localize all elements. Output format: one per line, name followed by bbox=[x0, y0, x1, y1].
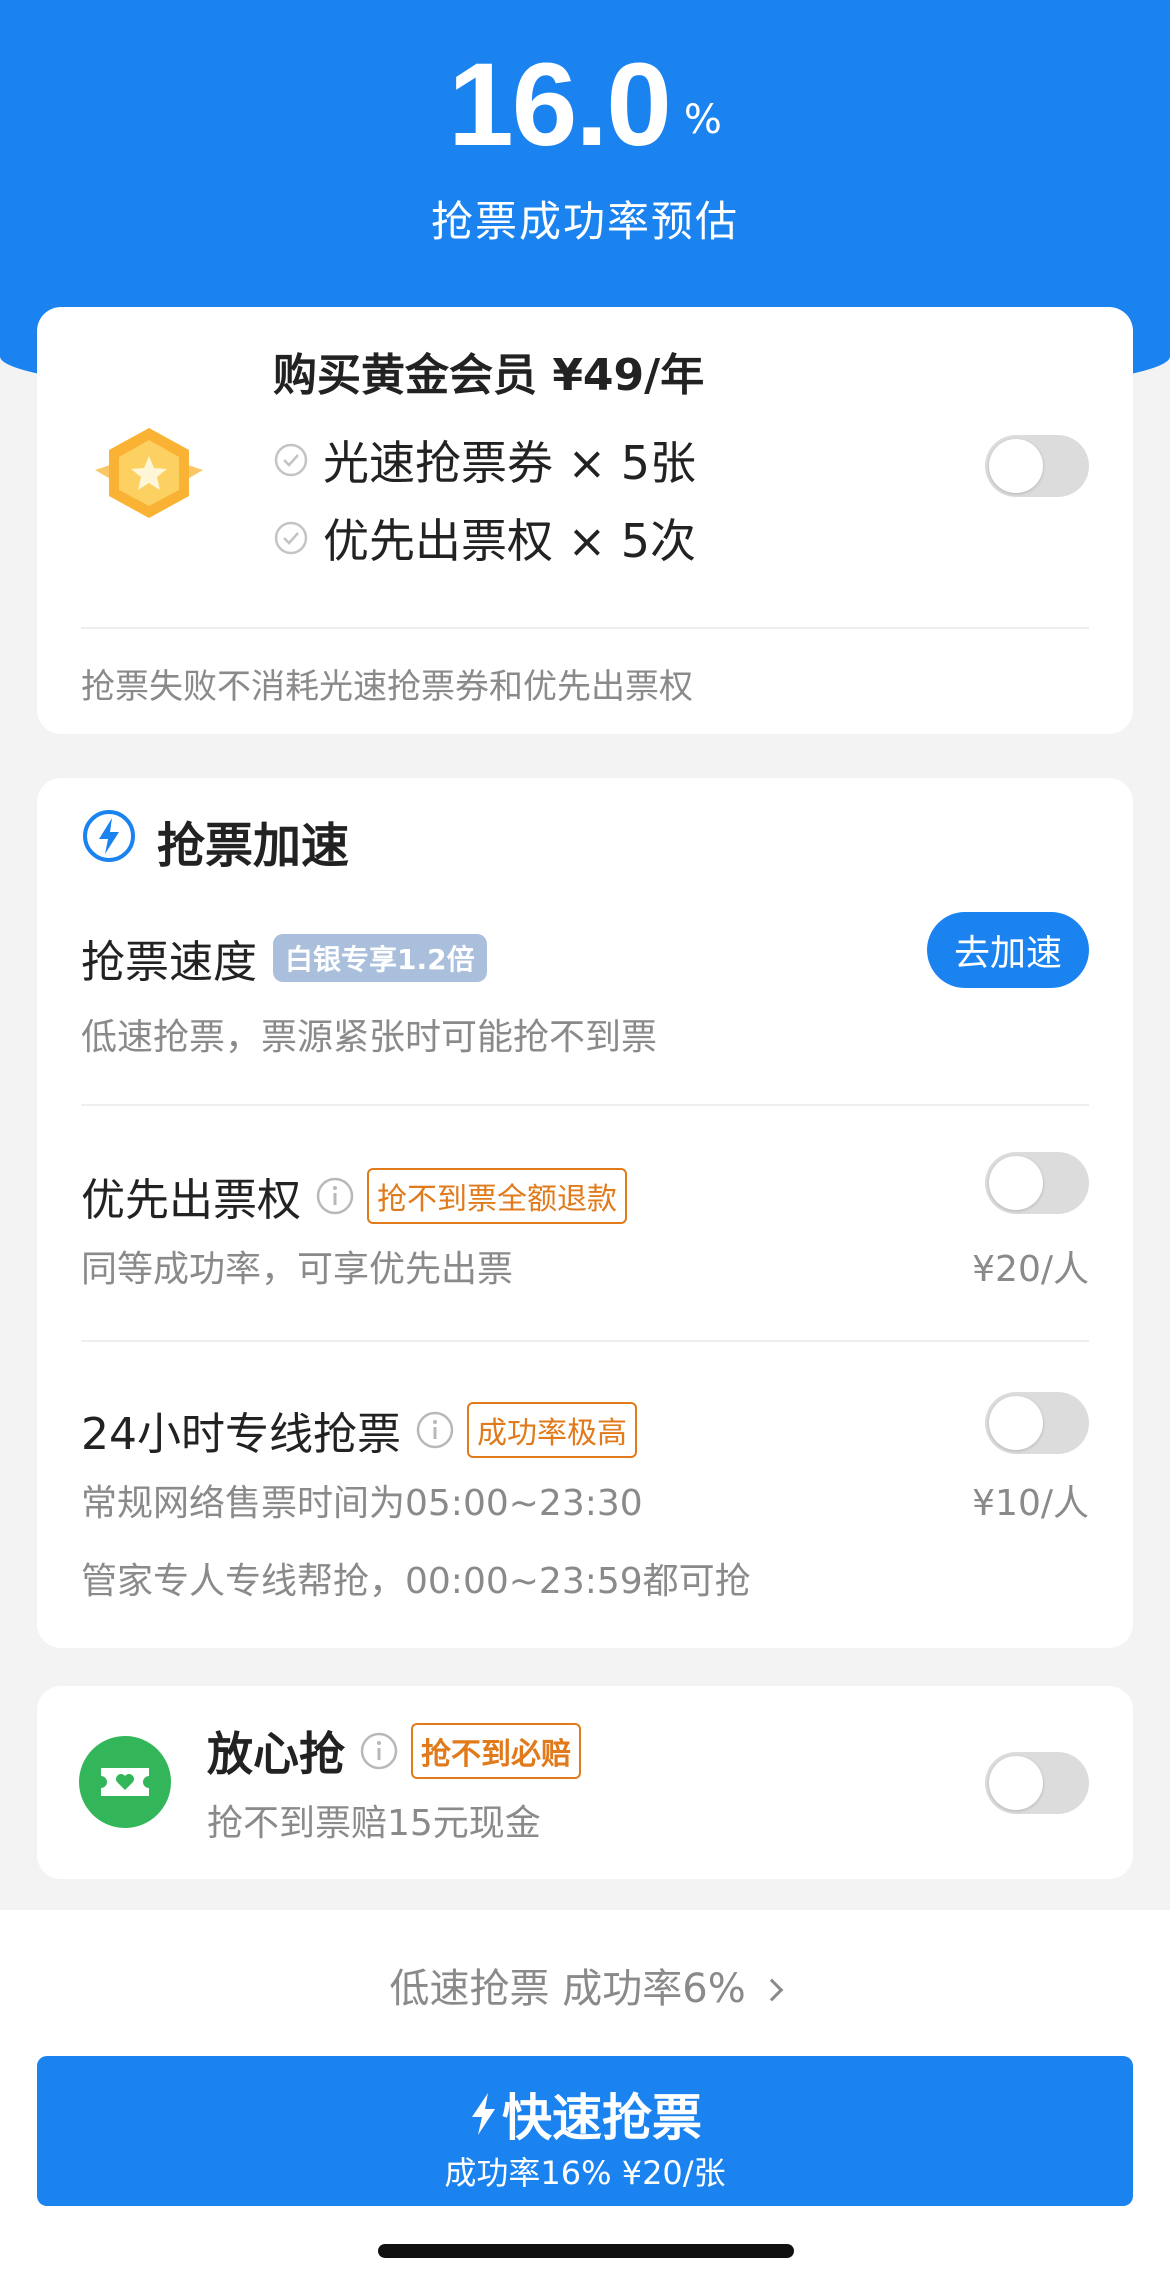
success-rate-unit: % bbox=[683, 97, 722, 143]
section-title: 抢票加速 bbox=[157, 818, 350, 874]
cta-main-label: 快速抢票 bbox=[502, 2089, 702, 2147]
low-speed-link[interactable]: 低速抢票 成功率6% bbox=[0, 1956, 1170, 2014]
gold-member-card: 购买黄金会员 ¥49/年 光速抢票券 × 5张 优先出票权 × 5次 抢票失败不… bbox=[37, 307, 1133, 734]
speed-row-title: 抢票速度 白银专享1.2倍 bbox=[81, 926, 487, 990]
hotline-price: ¥10/人 bbox=[972, 1483, 1089, 1524]
speedup-card: 抢票加速 抢票速度 白银专享1.2倍 低速抢票，票源紧张时可能抢不到票 去加速 … bbox=[37, 778, 1133, 1648]
divider bbox=[81, 1340, 1089, 1342]
success-rate-value: 16.0 bbox=[448, 39, 672, 171]
toggle-knob bbox=[989, 439, 1043, 493]
speed-title: 抢票速度 bbox=[81, 937, 257, 988]
divider bbox=[81, 1104, 1089, 1106]
speed-sub: 低速抢票，票源紧张时可能抢不到票 bbox=[81, 1017, 658, 1058]
priority-price: ¥20/人 bbox=[972, 1249, 1089, 1290]
member-benefit-label: 光速抢票券 × 5张 bbox=[323, 436, 697, 490]
member-note: 抢票失败不消耗光速抢票券和优先出票权 bbox=[81, 667, 693, 707]
check-circle-icon bbox=[274, 521, 308, 555]
hotline-toggle[interactable] bbox=[985, 1392, 1089, 1454]
low-speed-label: 低速抢票 成功率6% bbox=[389, 1966, 746, 2012]
safe-row-title: 放心抢 抢不到必赔 bbox=[207, 1718, 581, 1784]
member-benefit: 优先出票权 × 5次 bbox=[273, 505, 696, 571]
home-indicator bbox=[378, 2244, 794, 2258]
lightning-icon bbox=[472, 2093, 495, 2135]
info-icon[interactable] bbox=[359, 1731, 399, 1771]
priority-title: 优先出票权 bbox=[81, 1175, 301, 1226]
priority-row-title: 优先出票权 抢不到票全额退款 bbox=[81, 1164, 627, 1228]
toggle-knob bbox=[989, 1396, 1043, 1450]
compensation-badge: 抢不到必赔 bbox=[411, 1723, 581, 1779]
high-rate-badge: 成功率极高 bbox=[467, 1402, 637, 1458]
info-icon[interactable] bbox=[415, 1410, 455, 1450]
fast-grab-button[interactable]: 快速抢票 成功率16% ¥20/张 bbox=[37, 2056, 1133, 2206]
hotline-sub1: 常规网络售票时间为05:00~23:30 bbox=[81, 1483, 643, 1524]
info-icon[interactable] bbox=[315, 1176, 355, 1216]
hotline-row-title: 24小时专线抢票 成功率极高 bbox=[81, 1398, 637, 1462]
member-title: 购买黄金会员 ¥49/年 bbox=[273, 350, 705, 401]
toggle-knob bbox=[989, 1756, 1043, 1810]
hotline-title: 24小时专线抢票 bbox=[81, 1409, 401, 1460]
member-toggle[interactable] bbox=[985, 435, 1089, 497]
priority-sub: 同等成功率，可享优先出票 bbox=[81, 1249, 514, 1290]
gold-medal-icon bbox=[95, 428, 203, 518]
speed-up-button[interactable]: 去加速 bbox=[927, 912, 1089, 988]
cta-sub: 成功率16% ¥20/张 bbox=[444, 2154, 726, 2192]
member-benefit-label: 优先出票权 × 5次 bbox=[323, 514, 697, 568]
divider bbox=[81, 627, 1089, 629]
member-benefit: 光速抢票券 × 5张 bbox=[273, 427, 696, 493]
lightning-circle-icon bbox=[83, 810, 135, 862]
safe-title: 放心抢 bbox=[207, 1727, 345, 1781]
success-rate: 16.0% bbox=[0, 40, 1170, 170]
safe-grab-card: 放心抢 抢不到必赔 抢不到票赔15元现金 bbox=[37, 1686, 1133, 1879]
silver-badge: 白银专享1.2倍 bbox=[273, 934, 487, 982]
hotline-sub2: 管家专人专线帮抢，00:00~23:59都可抢 bbox=[81, 1561, 751, 1602]
priority-toggle[interactable] bbox=[985, 1152, 1089, 1214]
chevron-right-icon bbox=[761, 1978, 784, 2002]
success-rate-label: 抢票成功率预估 bbox=[430, 197, 739, 246]
refund-badge: 抢不到票全额退款 bbox=[367, 1168, 627, 1224]
cta-main: 快速抢票 bbox=[37, 2078, 1133, 2150]
check-circle-icon bbox=[274, 443, 308, 477]
toggle-knob bbox=[989, 1156, 1043, 1210]
safe-toggle[interactable] bbox=[985, 1752, 1089, 1814]
bottom-bar: 低速抢票 成功率6% 快速抢票 成功率16% ¥20/张 bbox=[0, 1910, 1170, 2281]
ticket-heart-icon bbox=[79, 1736, 171, 1828]
safe-sub: 抢不到票赔15元现金 bbox=[207, 1803, 541, 1844]
